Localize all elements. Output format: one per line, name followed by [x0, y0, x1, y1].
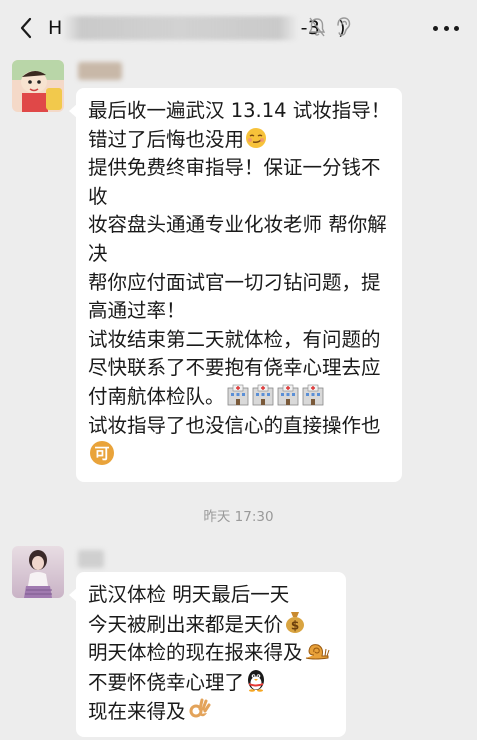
sender-name-redacted — [78, 62, 122, 80]
chat-title-start: H — [48, 17, 63, 39]
message-text: 错过了后悔也没用 — [88, 127, 245, 151]
message-line: 高通过率！ — [88, 299, 186, 323]
message-line-with-emoji: 付南航体检队。 — [88, 383, 390, 412]
sender-name-redacted — [78, 550, 104, 568]
sender-avatar[interactable] — [12, 60, 64, 112]
hospital-emoji-icon — [277, 384, 298, 406]
chat-title-container[interactable]: H -3 ) — [48, 14, 346, 42]
money-bag-emoji-icon: $ — [286, 611, 305, 633]
hospital-emoji-icon — [302, 384, 323, 406]
cartoon-avatar-icon — [12, 60, 64, 112]
svg-text:可: 可 — [94, 445, 109, 463]
message-line: 提供免费终审指导！保证一分钱不 — [88, 156, 381, 180]
message-line-with-emoji: 明天体检的现在报来得及 — [88, 639, 334, 668]
message-text: 今天被刷出来都是天价 — [88, 612, 284, 636]
message-line-with-emoji: 今天被刷出来都是天价 $ — [88, 610, 334, 640]
mute-bell-icon — [308, 17, 326, 37]
message-text: 现在来得及 — [88, 700, 186, 724]
svg-text:$: $ — [291, 618, 299, 632]
hospital-emoji-icon — [227, 384, 248, 406]
ok-hand-emoji-icon — [189, 698, 211, 718]
message-line-with-emoji: 不要怀侥幸心理了 — [88, 668, 334, 698]
message-text: 明天体检的现在报来得及 — [88, 641, 303, 665]
snail-emoji-icon — [305, 644, 329, 660]
message-bubble[interactable]: 武汉体检 明天最后一天 今天被刷出来都是天价 $ 明天体检的现在报来得及 不要怀侥… — [69, 572, 346, 737]
message-timestamp: 昨天 17:30 — [203, 509, 274, 525]
more-dot — [454, 25, 459, 31]
message-text: 不要怀侥幸心理了 — [88, 670, 245, 694]
ear-icon — [337, 17, 351, 36]
message-line-with-emoji: 错过了后悔也没用 — [88, 126, 390, 155]
message-line: 决 — [88, 241, 108, 265]
more-options-button[interactable] — [433, 18, 459, 38]
penguin-emoji-icon — [248, 669, 265, 692]
ke-emoji-icon: 可 — [90, 441, 114, 466]
message-line: 帮你应付面试官一切刁钻问题，提 — [88, 270, 381, 294]
message-line: 妆容盘头通通专业化妆老师 帮你解 — [88, 213, 387, 237]
message-line: 收 — [88, 184, 108, 208]
message-line-with-emoji: 现在来得及 — [88, 697, 334, 727]
more-dot — [443, 25, 449, 31]
message-line: 试妆指导了也没信心的直接操作也 — [88, 413, 381, 437]
message-bubble[interactable]: 最后收一遍武汉 13.14 试妆指导！ 错过了后悔也没用 提供免费终审指导！保证… — [69, 88, 402, 482]
message-line-emoji-only: 可 — [88, 440, 390, 472]
smirk-emoji-icon — [246, 127, 267, 148]
sender-avatar[interactable] — [12, 546, 64, 598]
hospital-emoji-icon — [252, 384, 273, 406]
message-line: 试妆结束第二天就体检，有问题的 — [88, 327, 381, 351]
back-button[interactable] — [10, 12, 42, 44]
back-arrow-icon — [20, 17, 32, 39]
message-line: 最后收一遍武汉 13.14 试妆指导！ — [88, 99, 391, 122]
photo-avatar-icon — [12, 546, 64, 598]
message-line: 尽快联系了不要抱有侥幸心理去应 — [88, 356, 381, 380]
message-text: 付南航体检队。 — [88, 384, 225, 408]
more-dot — [433, 25, 438, 31]
message-line: 武汉体检 明天最后一天 — [88, 583, 290, 606]
title-redaction — [62, 16, 298, 40]
chat-header: H -3 ) — [0, 0, 477, 56]
